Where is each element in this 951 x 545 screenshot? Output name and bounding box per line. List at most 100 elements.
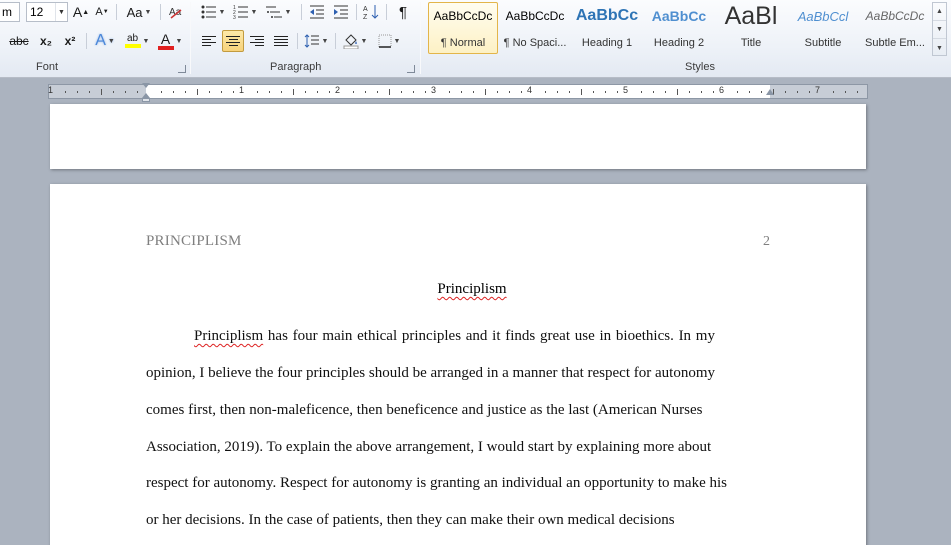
ruler-tick [689, 91, 690, 93]
style-heading-1[interactable]: AaBbCc Heading 1 [572, 2, 642, 54]
style-heading-2[interactable]: AaBbCc Heading 2 [644, 2, 714, 54]
ruler-tick [101, 89, 102, 95]
style-normal[interactable]: AaBbCcDc ¶ Normal [428, 2, 498, 54]
strikethrough-button[interactable]: abc [6, 30, 32, 52]
ruler-tick [293, 89, 294, 95]
line-spacing-button[interactable]: ▼ [302, 30, 330, 52]
first-line-indent-marker[interactable] [142, 83, 150, 88]
align-right-icon [250, 36, 264, 46]
ruler-tick [701, 91, 702, 93]
align-left-button[interactable] [198, 30, 220, 52]
superscript-button[interactable]: x² [60, 30, 80, 52]
style-subtle-emphasis[interactable]: AaBbCcDc Subtle Em... [860, 2, 930, 54]
ruler-tick [161, 91, 162, 93]
sort-button[interactable]: AZ [360, 1, 382, 23]
style-sample: AaBbCc [575, 7, 639, 24]
ruler-number: 5 [623, 85, 629, 95]
style-subtitle[interactable]: AaBbCcl Subtitle [788, 2, 858, 54]
subscript-icon: x₂ [39, 34, 52, 48]
font-name-combo[interactable]: m [0, 2, 20, 22]
font-dialog-launcher-icon[interactable] [178, 65, 186, 73]
strikethrough-icon: abc [9, 34, 29, 48]
shrink-font-icon: A [95, 6, 103, 18]
align-left-icon [202, 36, 216, 46]
numbering-button[interactable]: 1 2 3 ▼ [230, 1, 260, 23]
align-center-button[interactable] [222, 30, 244, 52]
ruler-tick [305, 91, 306, 93]
styles-gallery-scroll[interactable]: ▲ ▼ ▼ [932, 2, 947, 56]
borders-button[interactable]: ▼ [374, 30, 404, 52]
chevron-down-icon[interactable]: ▼ [933, 21, 946, 39]
ribbon: m 12 ▼ A ▲ A ▼ Aa ▼ Aa abc x₂ x² A ▼ ab ▼ A [0, 0, 951, 78]
svg-text:3: 3 [233, 15, 236, 19]
text-effects-button[interactable]: A ▼ [92, 30, 118, 52]
clear-formatting-icon: Aa [169, 7, 182, 19]
left-indent-marker[interactable] [142, 98, 150, 102]
ruler-tick [197, 89, 198, 95]
grow-font-button[interactable]: A ▲ [72, 1, 90, 23]
svg-text:Z: Z [363, 14, 368, 20]
ruler-tick [857, 91, 858, 93]
highlight-button[interactable]: ab ▼ [122, 30, 152, 52]
align-right-button[interactable] [246, 30, 268, 52]
ruler-tick [113, 91, 114, 93]
ruler-tick [365, 91, 366, 93]
ruler-tick [521, 91, 522, 93]
font-color-button[interactable]: A ▼ [156, 30, 184, 52]
misspelled-word: Principlism [194, 328, 264, 344]
header-title: PRINCIPLISM [146, 233, 242, 249]
ruler-number: 1 [239, 85, 245, 95]
ruler-tick [269, 91, 270, 93]
ruler-tick [65, 91, 66, 93]
chevron-down-icon[interactable]: ▼ [55, 3, 67, 21]
style-sample: AaBbCcDc [433, 9, 493, 23]
body-line-text: comes first, then non-maleficence, then … [146, 402, 703, 418]
ruler-tick [653, 91, 654, 93]
body-line: Association, 2019). To explain the above… [146, 439, 711, 456]
right-indent-marker[interactable] [766, 89, 774, 95]
clear-formatting-button[interactable]: Aa [166, 1, 186, 23]
align-center-icon [226, 36, 240, 46]
pilcrow-icon: ¶ [398, 3, 408, 21]
bullets-button[interactable]: ▼ [198, 1, 228, 23]
show-formatting-marks-button[interactable]: ¶ [392, 1, 414, 23]
shading-button[interactable]: ▼ [340, 30, 370, 52]
font-size-combo[interactable]: 12 ▼ [26, 2, 68, 22]
ruler-left-margin [49, 85, 146, 98]
style-title[interactable]: AaBl Title [716, 2, 786, 54]
ruler-tick [401, 91, 402, 93]
increase-indent-button[interactable] [330, 1, 352, 23]
ruler-tick [77, 91, 78, 93]
more-styles-icon[interactable]: ▼ [933, 39, 946, 57]
ruler-tick [413, 91, 414, 93]
ruler-number: 2 [335, 85, 341, 95]
ruler-tick [761, 91, 762, 93]
increase-indent-icon [334, 5, 348, 19]
body-line-text: Association, 2019). To explain the above… [146, 439, 712, 455]
page-current[interactable]: PRINCIPLISM 2 Principlism Principlism ha… [50, 184, 866, 545]
decrease-indent-button[interactable] [306, 1, 328, 23]
horizontal-ruler[interactable]: 1 1 2 3 4 5 6 7 [48, 83, 868, 102]
decrease-indent-icon [310, 5, 324, 19]
ruler-tick [257, 91, 258, 93]
justify-button[interactable] [270, 30, 292, 52]
ruler-tick [497, 91, 498, 93]
ruler-tick [173, 91, 174, 93]
ruler-tick [353, 91, 354, 93]
paragraph-dialog-launcher-icon[interactable] [407, 65, 415, 73]
font-color-bar [157, 45, 174, 50]
style-sample: AaBbCcl [797, 9, 849, 24]
ruler-tick [605, 91, 606, 93]
ruler-tick [785, 91, 786, 93]
shrink-font-button[interactable]: A ▼ [94, 1, 110, 23]
borders-icon [378, 34, 392, 48]
ruler-tick [281, 91, 282, 93]
subscript-button[interactable]: x₂ [36, 30, 56, 52]
paragraph-group-label: Paragraph [270, 61, 322, 73]
document-title: Principlism [41, 281, 903, 298]
chevron-up-icon[interactable]: ▲ [933, 3, 946, 21]
multilevel-list-button[interactable]: ▼ [262, 1, 294, 23]
ruler-tick [485, 89, 486, 95]
change-case-button[interactable]: Aa ▼ [124, 1, 154, 23]
style-no-spacing[interactable]: AaBbCcDc ¶ No Spaci... [500, 2, 570, 54]
